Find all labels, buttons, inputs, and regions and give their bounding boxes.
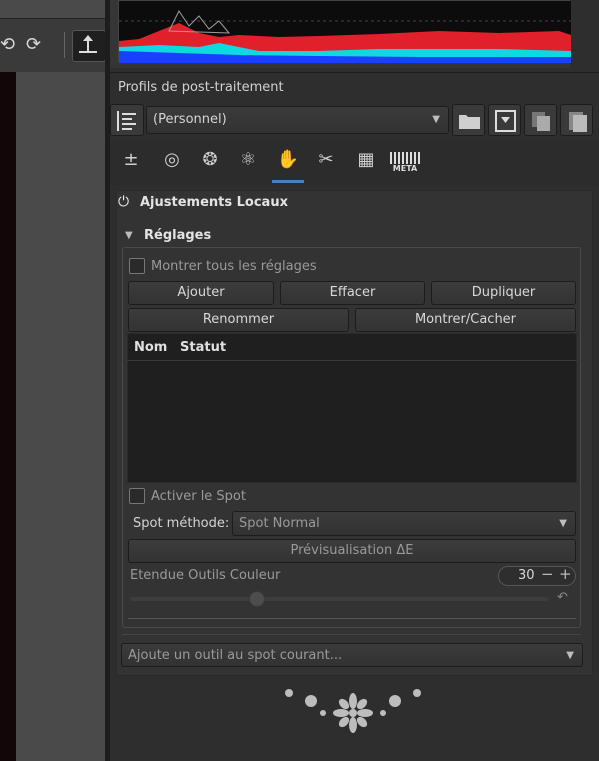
settings-title[interactable]: Réglages [144,228,211,243]
profiles-title: Profils de post-traitement [118,80,284,95]
column-header-status[interactable]: Statut [180,340,226,355]
straighten-icon [79,35,97,53]
copy-profile-button[interactable] [524,104,557,136]
spot-method-value: Spot Normal [239,516,320,531]
reset-icon[interactable]: ↶ [557,590,568,605]
image-preview[interactable] [0,72,16,761]
straighten-button[interactable] [72,30,106,62]
activate-spot-checkbox[interactable] [129,488,145,504]
copy-icon [532,112,550,131]
save-profile-button[interactable] [488,104,521,136]
show-all-label: Montrer tous les réglages [151,259,317,274]
open-profile-button[interactable] [452,104,485,136]
metadata-tab-label: META [392,164,418,173]
histogram-graph [119,1,571,63]
rename-spot-button[interactable]: Renommer [128,308,349,332]
add-spot-button[interactable]: Ajouter [128,281,274,305]
chevron-down-icon: ▼ [432,114,440,125]
expander-arrow-icon[interactable]: ▼ [125,230,133,241]
settings-separator [128,618,576,619]
exposure-icon: ± [123,149,139,170]
folder-icon [459,115,480,129]
tab-advanced[interactable]: ⚛ [235,147,261,173]
toolbar-separator [64,32,65,58]
profile-list-button[interactable] [110,104,144,136]
decrement-icon[interactable]: − [541,565,554,583]
chevron-down-icon: ▼ [559,518,567,529]
show-hide-spot-button[interactable]: Montrer/Cacher [355,308,576,332]
toolbar-strip [0,0,105,19]
transform-icon: ✂ [318,149,334,170]
active-tab-indicator [272,180,304,183]
histogram-separator [110,72,599,73]
column-header-name[interactable]: Nom [134,340,167,355]
power-icon[interactable]: ⏻ [118,194,129,210]
activate-spot-label: Activer le Spot [151,489,246,504]
local-adjustments-icon: ✋ [276,149,300,170]
tab-transform[interactable]: ✂ [313,147,339,173]
tab-metadata[interactable]: META [390,152,420,178]
spot-method-select[interactable]: Spot Normal ▼ [232,511,576,536]
list-icon [117,111,136,131]
preview-background [16,72,106,761]
increment-icon[interactable]: + [559,565,572,583]
section-title: Ajustements Locaux [140,195,288,210]
panel-separator [122,634,581,635]
add-tool-select[interactable]: Ajoute un outil au spot courant... ▼ [121,643,583,667]
save-icon [495,110,516,132]
spot-method-label: Spot méthode: [133,516,230,531]
detail-icon: ◎ [164,149,180,170]
color-tool-range-slider[interactable] [130,597,548,601]
advanced-icon: ⚛ [239,149,257,170]
editor-toolbar: ⟲ ⟳ [0,0,106,72]
rotate-left-icon[interactable]: ⟲ [0,34,15,55]
histogram[interactable] [118,0,571,63]
rotate-right-icon[interactable]: ⟳ [26,34,41,55]
delete-spot-button[interactable]: Effacer [280,281,425,305]
tab-color[interactable]: ❂ [197,147,223,173]
chevron-down-icon: ▼ [566,650,574,661]
duplicate-spot-button[interactable]: Dupliquer [431,281,576,305]
color-tool-range-value[interactable]: 30 [518,568,535,583]
show-all-checkbox[interactable] [129,258,145,274]
paste-profile-button[interactable] [560,104,593,136]
barcode-icon [390,152,420,164]
tab-exposure[interactable]: ± [118,147,144,173]
profile-select[interactable]: (Personnel) ▼ [146,106,449,134]
raw-icon: ▦ [357,149,375,170]
tab-raw[interactable]: ▦ [353,147,379,173]
profile-select-value: (Personnel) [153,112,227,127]
tab-local-adjustments[interactable]: ✋ [275,147,301,173]
add-tool-placeholder: Ajoute un outil au spot courant... [128,648,343,663]
preview-delta-e-button[interactable]: Prévisualisation ΔE [128,539,576,563]
tab-detail[interactable]: ◎ [159,147,185,173]
slider-handle[interactable] [249,591,265,607]
paste-icon [569,112,587,132]
color-icon: ❂ [202,149,218,170]
color-tool-range-label: Etendue Outils Couleur [130,568,281,583]
decorative-ornament-icon [275,683,435,743]
flower-ornament-icon [285,689,421,733]
